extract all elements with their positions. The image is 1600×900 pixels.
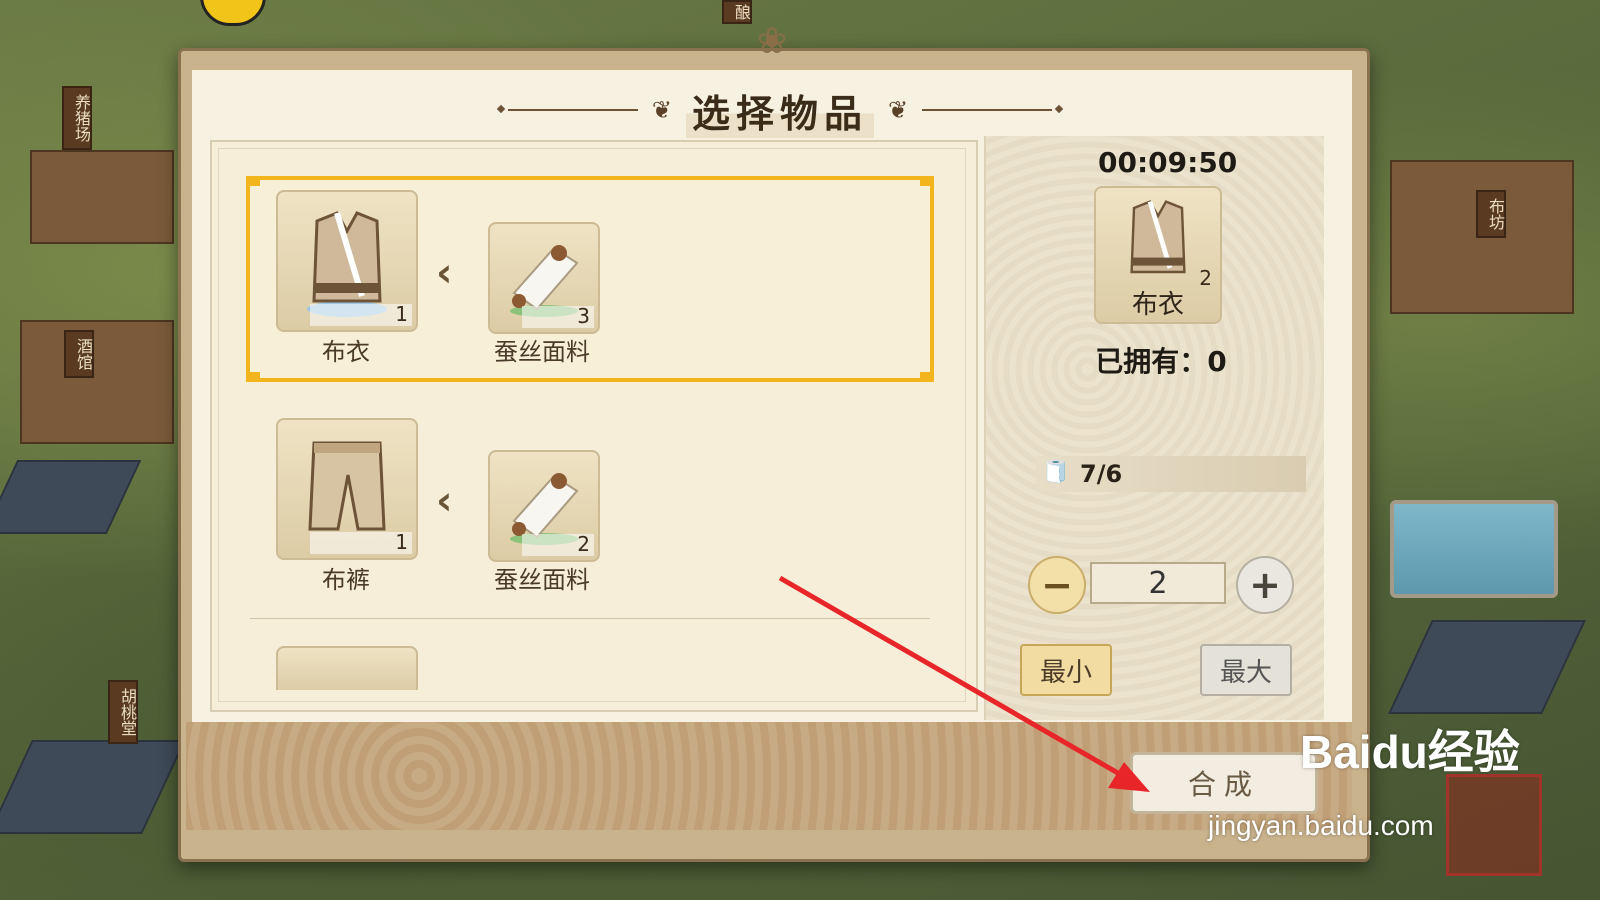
watermark-url: jingyan.baidu.com <box>1208 810 1434 841</box>
annotation-arrowhead <box>1108 762 1150 792</box>
baidu-logo: Baidu经验 <box>1300 726 1520 778</box>
annotation-arrow-line <box>778 575 1132 783</box>
baidu-watermark: Baidu经验 jingyan.baidu.com <box>1208 716 1590 846</box>
